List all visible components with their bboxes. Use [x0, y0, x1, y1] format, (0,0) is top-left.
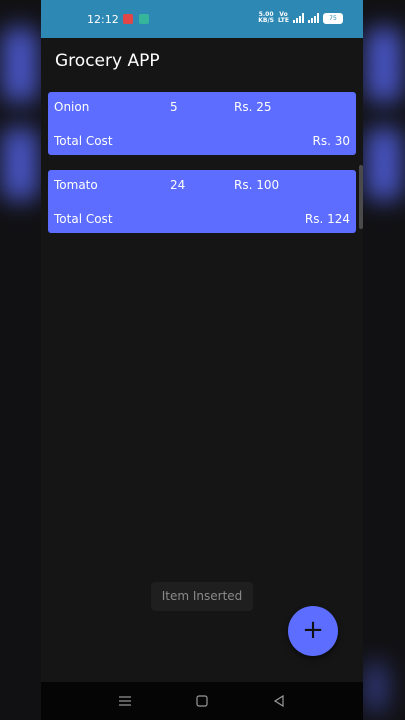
- home-square-icon: [196, 695, 208, 707]
- screen-root: 12:12 5.00 KB/S Vo LTE 75 Grocery APP On…: [0, 0, 405, 720]
- status-icons: 5.00 KB/S Vo LTE 75: [258, 12, 343, 24]
- back-triangle-icon: [273, 694, 284, 708]
- scrollbar[interactable]: [359, 165, 363, 229]
- item-price: Rs. 100: [234, 178, 280, 192]
- item-name: Onion: [54, 100, 90, 114]
- phone-screen: 12:12 5.00 KB/S Vo LTE 75 Grocery APP On…: [41, 0, 363, 720]
- home-nav-button[interactable]: [193, 692, 211, 710]
- youtube-notification-icon: [123, 14, 133, 24]
- app-title: Grocery APP: [55, 51, 160, 71]
- menu-nav-button[interactable]: [116, 692, 134, 710]
- item-quantity: 24: [170, 178, 186, 192]
- volte-icon: Vo LTE: [278, 12, 289, 24]
- background-glow: [2, 128, 38, 200]
- item-price: Rs. 25: [234, 100, 272, 114]
- back-nav-button[interactable]: [270, 692, 288, 710]
- background-glow: [2, 28, 38, 102]
- item-quantity: 5: [170, 100, 178, 114]
- status-time: 12:12: [87, 13, 119, 26]
- total-cost-value: Rs. 124: [304, 212, 350, 226]
- volte-bottom: LTE: [277, 17, 289, 24]
- background-glow: [366, 662, 386, 712]
- signal-icon-2: [308, 13, 319, 23]
- network-speed-unit: KB/S: [258, 17, 274, 24]
- battery-icon: 75: [323, 12, 343, 24]
- total-cost-label: Total Cost: [54, 212, 113, 226]
- navigation-bar: [41, 682, 363, 720]
- item-name: Tomato: [54, 178, 98, 192]
- add-item-button[interactable]: +: [288, 606, 338, 656]
- status-bar: 12:12 5.00 KB/S Vo LTE 75: [41, 0, 363, 38]
- list-item[interactable]: Onion 5 Rs. 25 Total Cost Rs. 30: [48, 92, 356, 155]
- list-item[interactable]: Tomato 24 Rs. 100 Total Cost Rs. 124: [48, 170, 356, 233]
- total-cost-value: Rs. 30: [312, 134, 351, 148]
- app-bar: Grocery APP: [41, 38, 363, 86]
- network-speed: 5.00 KB/S: [258, 12, 274, 24]
- menu-icon: [119, 696, 131, 706]
- plus-icon: +: [302, 615, 324, 645]
- total-cost-label: Total Cost: [54, 134, 113, 148]
- chat-notification-icon: [139, 14, 149, 24]
- toast-message: Item Inserted: [151, 582, 253, 611]
- background-glow: [366, 128, 402, 200]
- signal-icon: [293, 13, 304, 23]
- background-glow: [366, 28, 402, 102]
